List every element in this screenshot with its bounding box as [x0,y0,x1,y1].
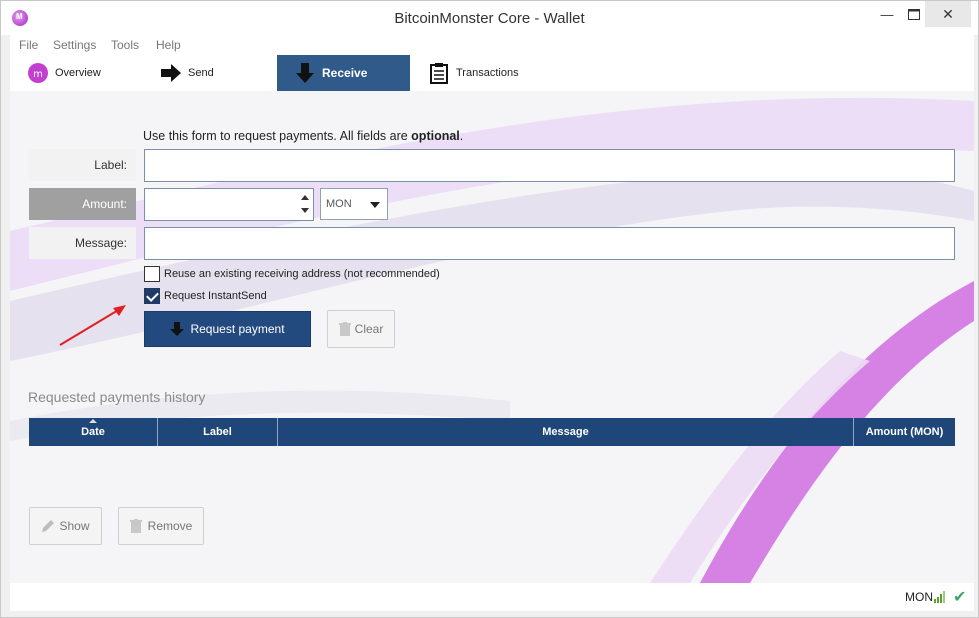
instantsend-label[interactable]: Request InstantSend [164,290,267,302]
send-arrow-icon [160,62,182,84]
receive-page: Use this form to request payments. All f… [10,91,974,583]
form-instruction: Use this form to request payments. All f… [143,129,463,143]
history-title: Requested payments history [28,389,206,405]
column-label[interactable]: Label [158,418,278,446]
tab-overview[interactable]: m Overview [27,55,101,91]
tab-receive-label: Receive [322,66,368,80]
show-label: Show [59,519,90,533]
download-arrow-icon [170,322,185,336]
clear-button[interactable]: Clear [327,310,395,348]
network-signal-icon[interactable] [934,591,945,603]
column-message[interactable]: Message [278,418,854,446]
clear-label: Clear [354,322,384,336]
history-table-header: Date Label Message Amount (MON) [29,418,955,446]
tab-transactions-label: Transactions [456,67,519,79]
reuse-address-label[interactable]: Reuse an existing receiving address (not… [164,268,440,280]
column-amount-label: Amount (MON) [865,426,944,438]
request-payment-button[interactable]: Request payment [144,311,311,347]
amount-input[interactable] [144,188,314,221]
tab-overview-label: Overview [55,67,101,79]
menu-help[interactable]: Help [156,38,181,52]
reuse-address-checkbox[interactable] [144,266,160,282]
show-button[interactable]: Show [29,507,102,545]
amount-increment-icon[interactable] [301,195,309,200]
tab-send[interactable]: Send [160,55,214,91]
column-message-label: Message [542,426,589,438]
sort-indicator-icon [89,419,97,423]
close-button[interactable]: ✕ [925,1,971,27]
instantsend-checkbox[interactable] [144,288,160,304]
menu-file[interactable]: File [19,38,38,52]
instruction-text: Use this form to request payments. All f… [143,129,412,143]
instruction-bold: optional [411,129,460,143]
tab-transactions[interactable]: Transactions [428,55,519,91]
menu-settings[interactable]: Settings [53,38,96,52]
tab-send-label: Send [188,67,214,79]
label-field-label: Label: [29,149,136,181]
display-unit-status[interactable]: MON [905,590,933,604]
message-input[interactable] [144,227,955,260]
wallet-window: M BitcoinMonster Core - Wallet — ✕ File … [0,0,979,618]
trash-icon [129,519,142,533]
amount-field-label: Amount: [29,188,136,220]
unit-select[interactable]: MON [320,188,388,220]
remove-label: Remove [147,519,193,533]
annotation-arrow-icon [59,305,126,346]
column-amount[interactable]: Amount (MON) [854,418,955,446]
maximize-icon [908,8,920,20]
window-title: BitcoinMonster Core - Wallet [394,10,585,27]
amount-decrement-icon[interactable] [301,208,309,213]
wallet-content: File Settings Tools Help m Overview Send [10,35,974,611]
menu-bar: File Settings Tools Help [10,35,974,55]
label-input[interactable] [144,149,955,182]
trash-icon [338,322,351,336]
instruction-suffix: . [459,129,464,143]
svg-text:m: m [33,69,43,80]
tab-receive[interactable]: Receive [277,55,410,91]
toolbar: m Overview Send Receive Transactions [10,55,974,91]
chevron-down-icon [370,202,380,208]
unit-select-value: MON [326,198,352,210]
pencil-icon [42,520,55,532]
title-bar: M BitcoinMonster Core - Wallet — ✕ [1,1,978,35]
synced-check-icon[interactable]: ✔ [953,587,966,607]
remove-button[interactable]: Remove [118,507,204,545]
message-field-label: Message: [29,227,136,259]
menu-tools[interactable]: Tools [111,38,139,52]
receive-arrow-icon [294,62,316,84]
close-icon: ✕ [942,5,954,22]
request-payment-label: Request payment [190,322,285,336]
column-date-label: Date [81,426,105,438]
column-date[interactable]: Date [29,418,158,446]
transactions-list-icon [428,62,450,84]
overview-icon: m [27,62,49,84]
status-bar: MON ✔ [10,583,974,611]
column-label-label: Label [203,426,232,438]
